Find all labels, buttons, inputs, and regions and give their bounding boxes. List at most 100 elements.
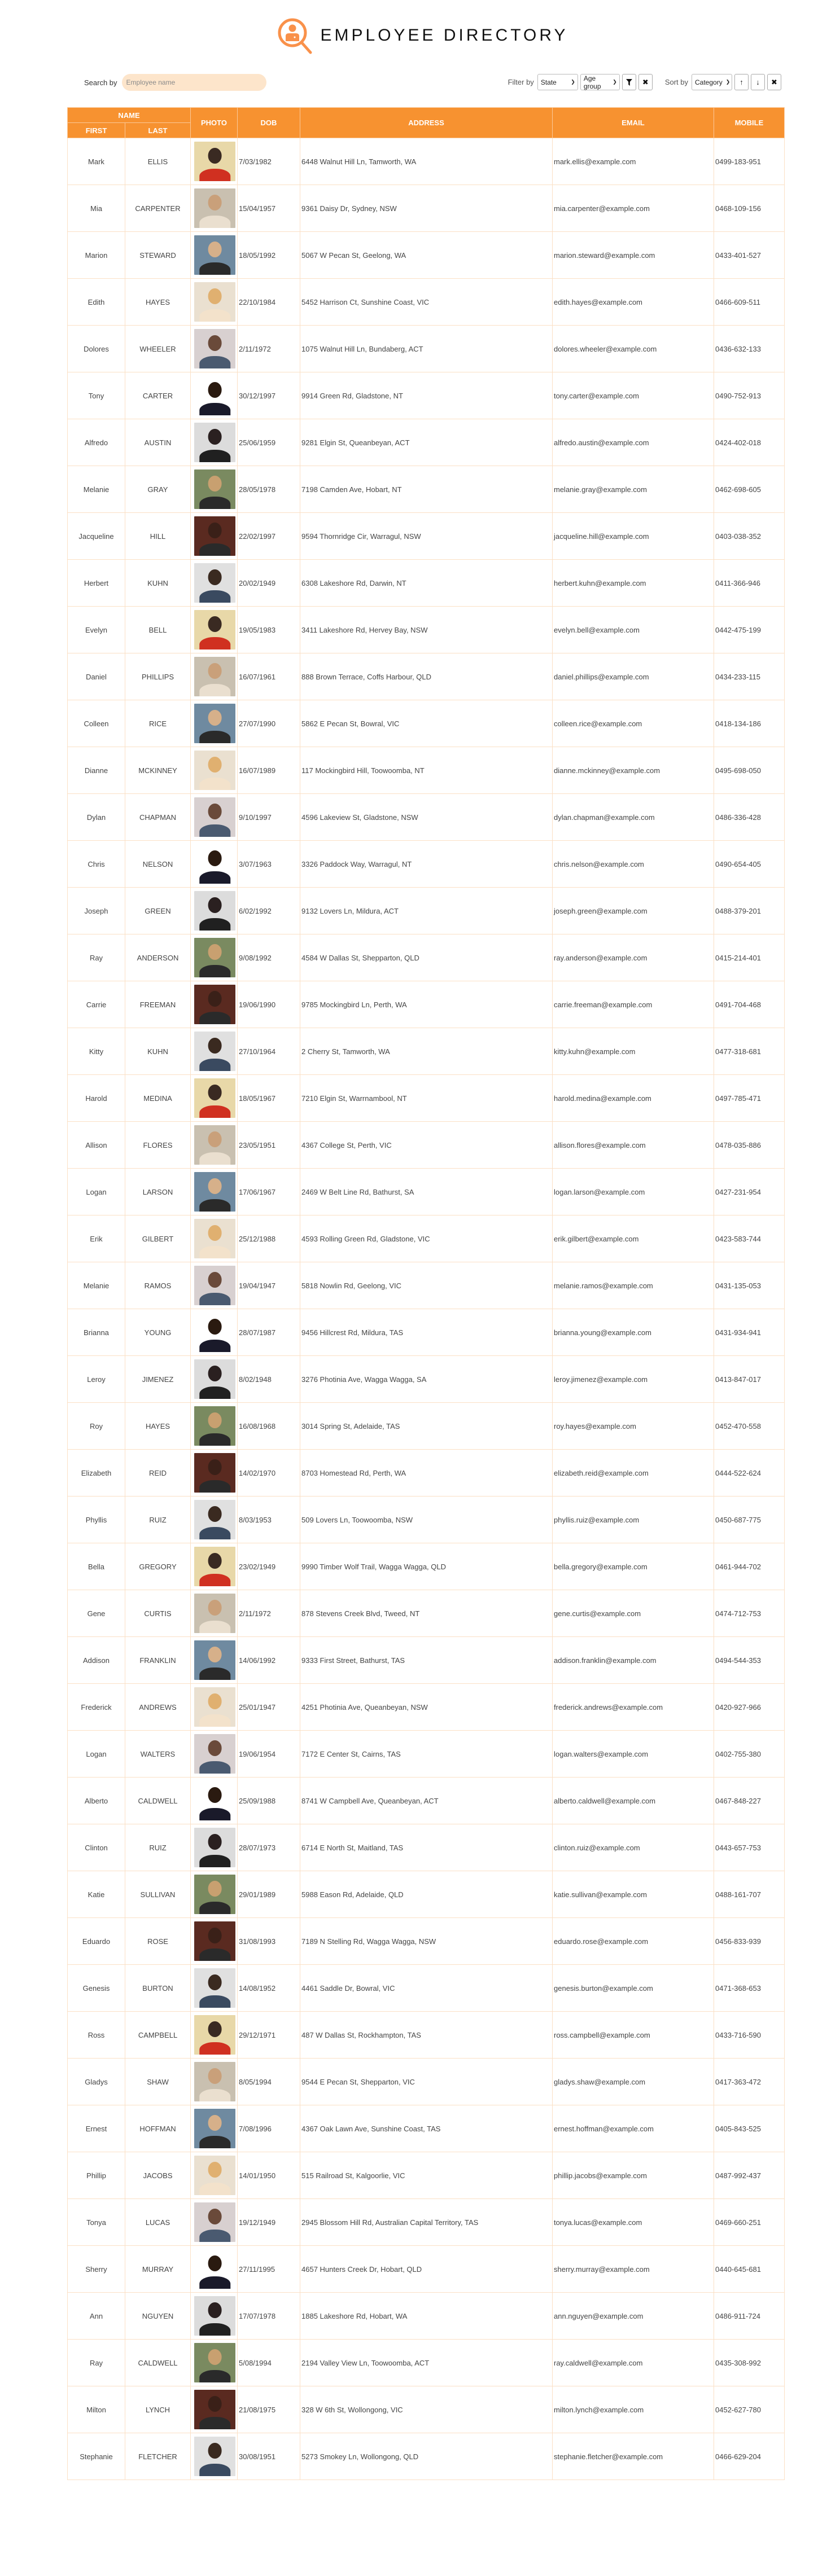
table-row[interactable]: Herbert KUHN 20/02/1949 6308 Lakeshore Rd, … (67, 559, 785, 607)
cell-email[interactable]: logan.walters@example.com (552, 1730, 714, 1778)
cell-email[interactable]: alfredo.austin@example.com (552, 419, 714, 466)
cell-email[interactable]: herbert.kuhn@example.com (552, 559, 714, 607)
cell-email[interactable]: carrie.freeman@example.com (552, 981, 714, 1028)
cell-email[interactable]: ann.nguyen@example.com (552, 2292, 714, 2340)
apply-filter-button[interactable] (622, 74, 636, 90)
cell-email[interactable]: joseph.green@example.com (552, 887, 714, 934)
table-row[interactable]: Phillip JACOBS 14/01/1950 515 Railroad St, … (67, 2152, 785, 2199)
table-row[interactable]: Harold MEDINA 18/05/1967 7210 Elgin St, War… (67, 1074, 785, 1122)
table-row[interactable]: Katie SULLIVAN 29/01/1989 5988 Eason Rd, Ad… (67, 1871, 785, 1918)
table-row[interactable]: Tonya LUCAS 19/12/1949 2945 Blossom Hill Rd… (67, 2198, 785, 2246)
cell-email[interactable]: gladys.shaw@example.com (552, 2058, 714, 2105)
clear-sort-button[interactable]: ✖ (767, 74, 781, 90)
search-input[interactable] (121, 74, 266, 91)
cell-email[interactable]: katie.sullivan@example.com (552, 1871, 714, 1918)
table-row[interactable]: Dianne MCKINNEY 16/07/1989 117 Mockingbird … (67, 747, 785, 794)
table-row[interactable]: Edith HAYES 22/10/1984 5452 Harrison Ct, Su… (67, 278, 785, 326)
table-row[interactable]: Ray CALDWELL 5/08/1994 2194 Valley View Ln,… (67, 2339, 785, 2386)
cell-email[interactable]: sherry.murray@example.com (552, 2245, 714, 2293)
table-row[interactable]: Colleen RICE 27/07/1990 5862 E Pecan St, Bo… (67, 700, 785, 747)
cell-email[interactable]: daniel.phillips@example.com (552, 653, 714, 700)
cell-email[interactable]: tony.carter@example.com (552, 372, 714, 419)
table-row[interactable]: Gene CURTIS 2/11/1972 878 Stevens Creek Blv… (67, 1590, 785, 1637)
cell-email[interactable]: ross.campbell@example.com (552, 2011, 714, 2059)
cell-email[interactable]: ray.anderson@example.com (552, 934, 714, 981)
cell-email[interactable]: clinton.ruiz@example.com (552, 1824, 714, 1871)
cell-email[interactable]: melanie.gray@example.com (552, 466, 714, 513)
table-row[interactable]: Daniel PHILLIPS 16/07/1961 888 Brown Terrac… (67, 653, 785, 700)
table-row[interactable]: Elizabeth REID 14/02/1970 8703 Homestead Rd… (67, 1449, 785, 1497)
cell-email[interactable]: dianne.mckinney@example.com (552, 747, 714, 794)
table-row[interactable]: Mark ELLIS 7/03/1982 6448 Walnut Hill Ln, T… (67, 138, 785, 185)
table-row[interactable]: Milton LYNCH 21/08/1975 328 W 6th St, Wollo… (67, 2386, 785, 2433)
table-row[interactable]: Addison FRANKLIN 14/06/1992 9333 First Stre… (67, 1636, 785, 1684)
table-row[interactable]: Ernest HOFFMAN 7/08/1996 4367 Oak Lawn Ave,… (67, 2105, 785, 2152)
cell-email[interactable]: milton.lynch@example.com (552, 2386, 714, 2433)
table-row[interactable]: Erik GILBERT 25/12/1988 4593 Rolling Green … (67, 1215, 785, 1262)
cell-email[interactable]: leroy.jimenez@example.com (552, 1355, 714, 1403)
cell-email[interactable]: allison.flores@example.com (552, 1121, 714, 1169)
age-group-select[interactable]: Age group ❯ (580, 74, 620, 90)
cell-email[interactable]: brianna.young@example.com (552, 1309, 714, 1356)
cell-email[interactable]: ernest.hoffman@example.com (552, 2105, 714, 2152)
table-row[interactable]: Alberto CALDWELL 25/09/1988 8741 W Campbell… (67, 1777, 785, 1824)
cell-email[interactable]: evelyn.bell@example.com (552, 606, 714, 653)
cell-email[interactable]: alberto.caldwell@example.com (552, 1777, 714, 1824)
table-row[interactable]: Melanie RAMOS 19/04/1947 5818 Nowlin Rd, Ge… (67, 1262, 785, 1309)
table-row[interactable]: Melanie GRAY 28/05/1978 7198 Camden Ave, Ho… (67, 466, 785, 513)
cell-email[interactable]: melanie.ramos@example.com (552, 1262, 714, 1309)
cell-email[interactable]: bella.gregory@example.com (552, 1543, 714, 1590)
table-row[interactable]: Sherry MURRAY 27/11/1995 4657 Hunters Creek… (67, 2245, 785, 2293)
table-row[interactable]: Jacqueline HILL 22/02/1997 9594 Thornridge … (67, 512, 785, 560)
cell-email[interactable]: colleen.rice@example.com (552, 700, 714, 747)
sort-descending-button[interactable]: ↓ (751, 74, 765, 90)
table-row[interactable]: Ann NGUYEN 17/07/1978 1885 Lakeshore Rd, Ho… (67, 2292, 785, 2340)
cell-email[interactable]: roy.hayes@example.com (552, 1402, 714, 1450)
cell-email[interactable]: dylan.chapman@example.com (552, 793, 714, 841)
cell-email[interactable]: jacqueline.hill@example.com (552, 512, 714, 560)
table-row[interactable]: Allison FLORES 23/05/1951 4367 College St, … (67, 1121, 785, 1169)
table-row[interactable]: Carrie FREEMAN 19/06/1990 9785 Mockingbird … (67, 981, 785, 1028)
table-row[interactable]: Stephanie FLETCHER 30/08/1951 5273 Smokey L… (67, 2433, 785, 2480)
cell-email[interactable]: harold.medina@example.com (552, 1074, 714, 1122)
table-row[interactable]: Logan LARSON 17/06/1967 2469 W Belt Line Rd… (67, 1168, 785, 1215)
cell-email[interactable]: mia.carpenter@example.com (552, 185, 714, 232)
cell-email[interactable]: chris.nelson@example.com (552, 840, 714, 888)
table-row[interactable]: Evelyn BELL 19/05/1983 3411 Lakeshore Rd, H… (67, 606, 785, 653)
table-row[interactable]: Dolores WHEELER 2/11/1972 1075 Walnut Hill … (67, 325, 785, 372)
table-row[interactable]: Frederick ANDREWS 25/01/1947 4251 Photinia … (67, 1683, 785, 1731)
cell-email[interactable]: stephanie.fletcher@example.com (552, 2433, 714, 2480)
table-row[interactable]: Marion STEWARD 18/05/1992 5067 W Pecan St, … (67, 231, 785, 279)
table-row[interactable]: Kitty KUHN 27/10/1964 2 Cherry St, Tamworth… (67, 1028, 785, 1075)
cell-email[interactable]: phillip.jacobs@example.com (552, 2152, 714, 2199)
sort-ascending-button[interactable]: ↑ (734, 74, 749, 90)
table-row[interactable]: Dylan CHAPMAN 9/10/1997 4596 Lakeview St, G… (67, 793, 785, 841)
table-row[interactable]: Joseph GREEN 6/02/1992 9132 Lovers Ln, Mild… (67, 887, 785, 934)
table-row[interactable]: Ray ANDERSON 9/08/1992 4584 W Dallas St, Sh… (67, 934, 785, 981)
cell-email[interactable]: elizabeth.reid@example.com (552, 1449, 714, 1497)
table-row[interactable]: Tony CARTER 30/12/1997 9914 Green Rd, Glads… (67, 372, 785, 419)
sort-category-select[interactable]: Category ❯ (692, 74, 732, 90)
cell-email[interactable]: ray.caldwell@example.com (552, 2339, 714, 2386)
table-row[interactable]: Brianna YOUNG 28/07/1987 9456 Hillcrest Rd,… (67, 1309, 785, 1356)
cell-email[interactable]: tonya.lucas@example.com (552, 2198, 714, 2246)
cell-email[interactable]: phyllis.ruiz@example.com (552, 1496, 714, 1543)
table-row[interactable]: Chris NELSON 3/07/1963 3326 Paddock Way, Wa… (67, 840, 785, 888)
clear-filter-button[interactable]: ✖ (638, 74, 653, 90)
table-row[interactable]: Phyllis RUIZ 8/03/1953 509 Lovers Ln, Toowo… (67, 1496, 785, 1543)
cell-email[interactable]: edith.hayes@example.com (552, 278, 714, 326)
cell-email[interactable]: eduardo.rose@example.com (552, 1917, 714, 1965)
cell-email[interactable]: addison.franklin@example.com (552, 1636, 714, 1684)
table-row[interactable]: Eduardo ROSE 31/08/1993 7189 N Stelling Rd,… (67, 1917, 785, 1965)
cell-email[interactable]: kitty.kuhn@example.com (552, 1028, 714, 1075)
cell-email[interactable]: mark.ellis@example.com (552, 138, 714, 185)
table-row[interactable]: Leroy JIMENEZ 8/02/1948 3276 Photinia Ave, … (67, 1355, 785, 1403)
table-row[interactable]: Mia CARPENTER 15/04/1957 9361 Daisy Dr, Syd… (67, 185, 785, 232)
table-row[interactable]: Logan WALTERS 19/06/1954 7172 E Center St, … (67, 1730, 785, 1778)
state-select[interactable]: State ❯ (537, 74, 578, 90)
table-row[interactable]: Gladys SHAW 8/05/1994 9544 E Pecan St, Shep… (67, 2058, 785, 2105)
cell-email[interactable]: logan.larson@example.com (552, 1168, 714, 1215)
cell-email[interactable]: marion.steward@example.com (552, 231, 714, 279)
cell-email[interactable]: dolores.wheeler@example.com (552, 325, 714, 372)
table-row[interactable]: Bella GREGORY 23/02/1949 9990 Timber Wolf T… (67, 1543, 785, 1590)
